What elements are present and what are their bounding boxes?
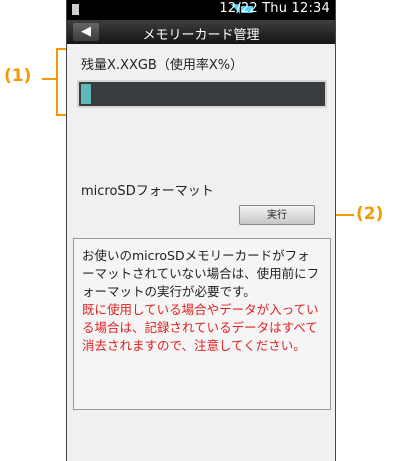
phone-screen: ◥ 12/22 Thu 12:34 ◀ メモリーカード管理 残量X.XXGB（使… (66, 0, 336, 461)
storage-usage-bar (77, 80, 327, 108)
callout-2: (2) (356, 204, 384, 224)
format-label: microSDフォーマット (81, 184, 214, 199)
notice-text: お使いのmicroSDメモリーカードがフォーマットされていない場合は、使用前にフ… (82, 248, 320, 299)
title-bar: ◀ メモリーカード管理 (67, 20, 335, 44)
execute-format-button[interactable]: 実行 (239, 205, 315, 225)
storage-usage-fill (81, 84, 91, 104)
storage-remaining-label: 残量X.XXGB（使用率X%） (81, 58, 244, 73)
status-time: 12/22 Thu 12:34 (219, 1, 330, 16)
status-bar: ◥ 12/22 Thu 12:34 (67, 0, 335, 20)
callout-1-line (42, 78, 56, 80)
notice-warning-text: 既に使用している場合やデータが入っている場合は、記録されているデータはすべて消去… (82, 302, 319, 353)
notice-box: お使いのmicroSDメモリーカードがフォーマットされていない場合は、使用前にフ… (73, 238, 331, 410)
notification-icon (72, 4, 79, 15)
page-title: メモリーカード管理 (142, 28, 260, 43)
callout-1: (1) (4, 66, 32, 86)
